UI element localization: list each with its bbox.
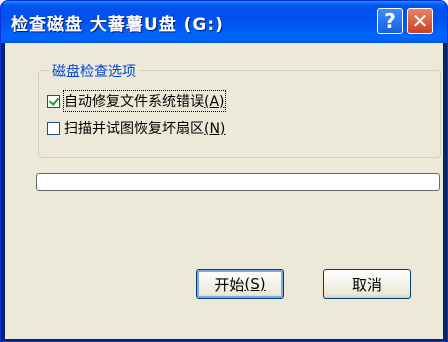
progress-bar xyxy=(36,173,440,191)
start-button[interactable]: 开始 (S) xyxy=(196,269,284,299)
scan-recover-option[interactable]: 扫描并试图恢复坏扇区(N) xyxy=(47,119,225,137)
check-disk-dialog: 检查磁盘 大蕃薯U盘 (G:) ? ✕ 磁盘检查选项 自动修复文件系统错误(A)… xyxy=(0,0,448,342)
title-bar[interactable]: 检查磁盘 大蕃薯U盘 (G:) ? ✕ xyxy=(1,1,447,43)
cancel-button[interactable]: 取消 xyxy=(323,269,411,299)
start-mnemonic: (S) xyxy=(244,275,266,293)
auto-fix-mnemonic: (A) xyxy=(204,94,225,110)
scan-recover-mnemonic: (N) xyxy=(204,121,226,137)
disk-check-options-group: 磁盘检查选项 自动修复文件系统错误(A) 扫描并试图恢复坏扇区(N) xyxy=(38,61,441,158)
window-title: 检查磁盘 大蕃薯U盘 (G:) xyxy=(11,15,224,35)
close-icon: ✕ xyxy=(411,9,429,33)
auto-fix-option[interactable]: 自动修复文件系统错误(A) xyxy=(47,90,226,112)
help-button[interactable]: ? xyxy=(377,8,403,34)
help-icon: ? xyxy=(384,9,396,33)
close-button[interactable]: ✕ xyxy=(407,8,433,34)
group-title: 磁盘检查选项 xyxy=(49,61,139,81)
scan-recover-checkbox[interactable] xyxy=(47,121,60,135)
dialog-client-area: 磁盘检查选项 自动修复文件系统错误(A) 扫描并试图恢复坏扇区(N) 开始 (S)… xyxy=(5,43,443,339)
auto-fix-checkbox[interactable] xyxy=(47,94,60,108)
auto-fix-label[interactable]: 自动修复文件系统错误(A) xyxy=(63,90,226,112)
scan-recover-label[interactable]: 扫描并试图恢复坏扇区(N) xyxy=(64,118,225,138)
